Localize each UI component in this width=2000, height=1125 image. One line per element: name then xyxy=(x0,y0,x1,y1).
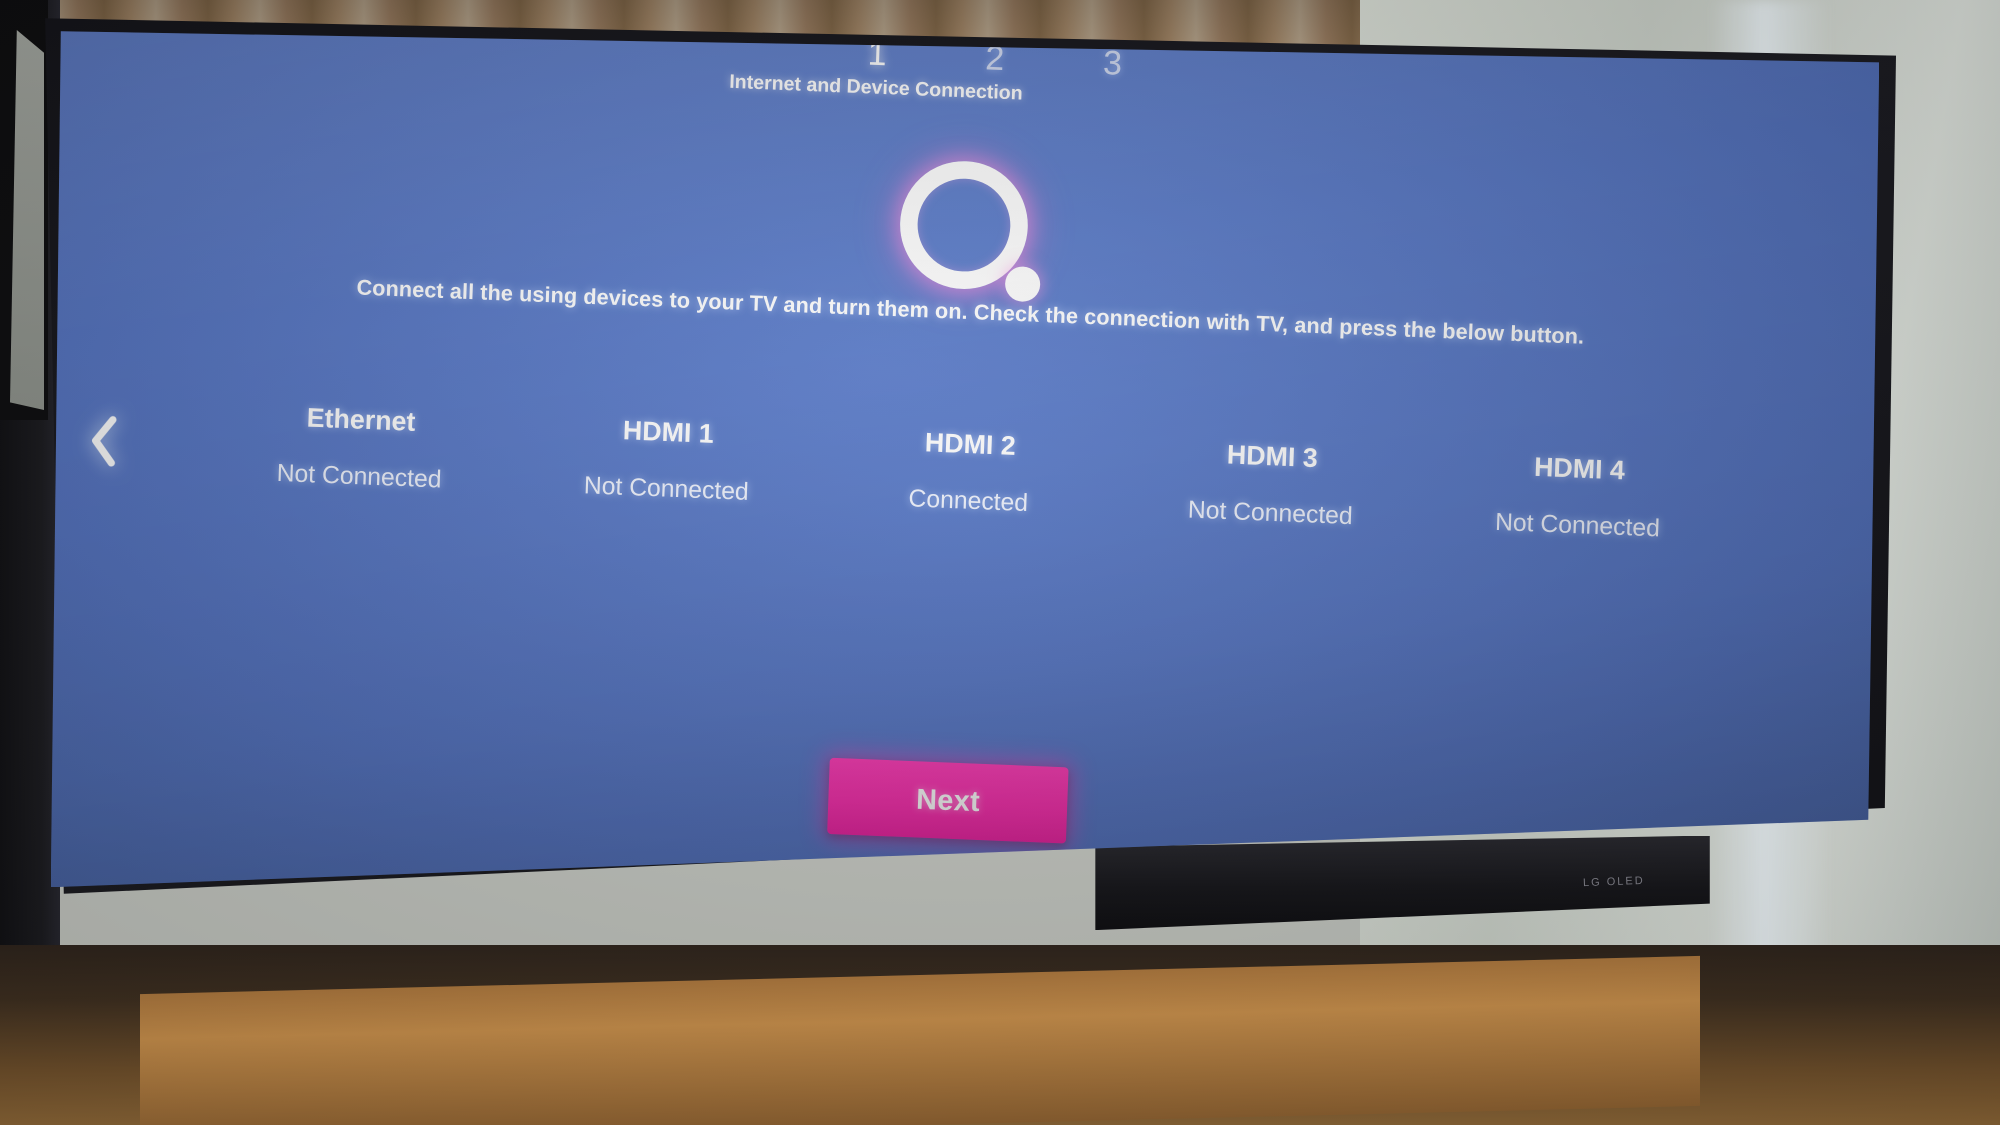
television: LG OLED 1 Internet and Device Connection… xyxy=(34,0,1896,1094)
step-3-number: 3 xyxy=(1102,42,1123,82)
device-hdmi-2: HDMI 2 Connected xyxy=(890,425,1048,519)
step-3[interactable]: 3 xyxy=(1102,42,1123,82)
device-status-list: Ethernet Not Connected HDMI 1 Not Connec… xyxy=(276,401,1662,544)
device-hdmi-2-name: HDMI 2 xyxy=(924,426,1016,462)
device-hdmi-3: HDMI 3 Not Connected xyxy=(1187,437,1355,531)
tv-screen: 1 Internet and Device Connection 2 3 Con… xyxy=(50,31,1880,888)
lg-thinq-ring-icon xyxy=(893,158,1053,319)
device-hdmi-3-name: HDMI 3 xyxy=(1226,438,1318,474)
next-button-label: Next xyxy=(915,782,981,818)
step-indicator: 1 Internet and Device Connection 2 3 xyxy=(51,31,1879,111)
device-hdmi-4: HDMI 4 Not Connected xyxy=(1494,450,1662,544)
device-hdmi-2-status: Connected xyxy=(907,484,1029,518)
device-hdmi-1-name: HDMI 1 xyxy=(622,414,714,449)
device-hdmi-4-name: HDMI 4 xyxy=(1533,451,1626,486)
device-hdmi-1: HDMI 1 Not Connected xyxy=(583,413,751,507)
setup-wizard-ui: 1 Internet and Device Connection 2 3 Con… xyxy=(51,31,1879,887)
photo-scene: LG OLED 1 Internet and Device Connection… xyxy=(0,0,2000,1125)
device-hdmi-3-status: Not Connected xyxy=(1187,495,1353,531)
next-button[interactable]: Next xyxy=(827,757,1069,844)
device-hdmi-4-status: Not Connected xyxy=(1494,508,1661,543)
step-1-label: Internet and Device Connection xyxy=(728,70,1023,104)
device-ethernet-name: Ethernet xyxy=(306,401,416,437)
chevron-left-icon[interactable] xyxy=(83,411,126,470)
device-ethernet: Ethernet Not Connected xyxy=(276,401,444,495)
device-ethernet-status: Not Connected xyxy=(275,459,442,494)
logo-dot xyxy=(1004,265,1041,302)
device-hdmi-1-status: Not Connected xyxy=(583,471,749,507)
